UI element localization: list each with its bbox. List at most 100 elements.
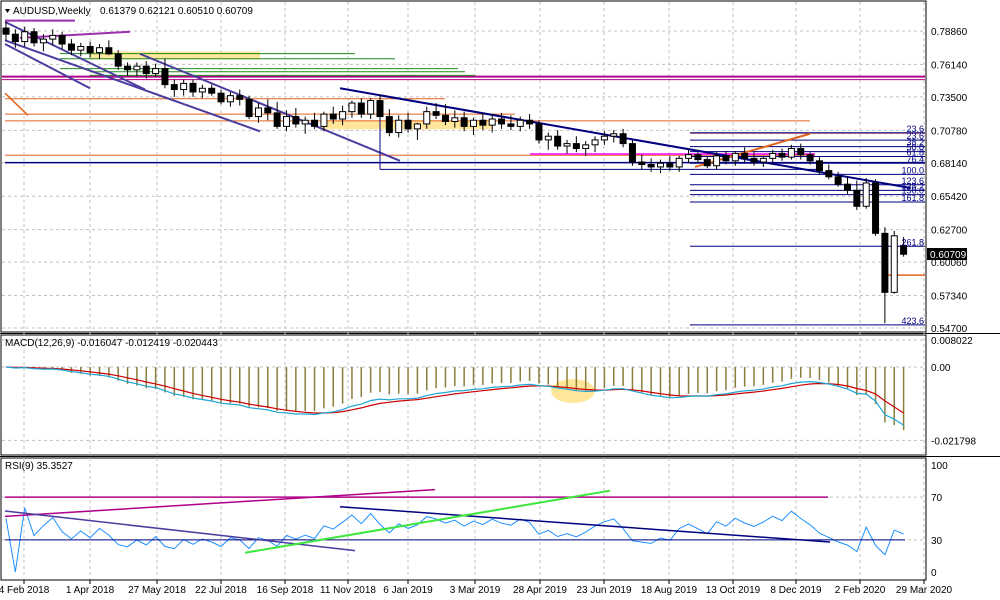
current-price-label: 0.60709	[930, 250, 967, 261]
macd-panel	[0, 334, 927, 456]
y-tick-label: 0.57340	[931, 292, 968, 303]
candle-body	[713, 155, 721, 167]
candle-body	[703, 159, 711, 167]
candle-body	[516, 119, 524, 127]
candle-body	[666, 162, 674, 168]
x-tick-label: 13 Oct 2019	[706, 585, 761, 596]
candle-body	[348, 102, 356, 113]
candle-body	[11, 33, 19, 43]
x-tick-label: 1 Apr 2018	[66, 585, 115, 596]
candle-body	[535, 123, 543, 141]
candle-body	[544, 135, 552, 141]
symbol-title: AUDUSD,Weekly	[13, 6, 91, 17]
candle-body	[769, 152, 777, 159]
candle-body	[806, 154, 814, 162]
rsi-tick-label: 0	[931, 568, 937, 579]
candle-body	[311, 119, 319, 127]
fib-label: 161.8	[901, 193, 924, 203]
y-tick-label: 0.78860	[931, 27, 968, 38]
candle-body	[423, 111, 431, 125]
y-tick-label: 0.62700	[931, 226, 968, 237]
candle-body	[862, 182, 870, 207]
candle-body	[124, 65, 132, 71]
y-tick-label: 0.73500	[931, 93, 968, 104]
candle-body	[320, 113, 328, 127]
candle-body	[591, 139, 599, 146]
x-tick-label: 3 Mar 2019	[450, 585, 501, 596]
candle-body	[385, 116, 393, 134]
candle-body	[2, 27, 10, 35]
candle-body	[283, 116, 290, 127]
candle-body	[77, 45, 85, 51]
candle-body	[105, 47, 113, 55]
candle-body	[610, 133, 618, 137]
candle-body	[245, 98, 253, 118]
candle-body	[787, 148, 795, 158]
candle-body	[582, 144, 590, 150]
candle-body	[844, 183, 851, 191]
candle-body	[563, 143, 571, 147]
candle-body	[180, 82, 188, 91]
rsi-tick-label: 70	[931, 493, 943, 504]
fib-label: 76.4	[906, 154, 924, 164]
x-tick-label: 16 Sep 2018	[257, 585, 314, 596]
candle-body	[142, 65, 150, 75]
candle-body	[395, 119, 403, 134]
candle-body	[264, 107, 272, 114]
candle-body	[21, 31, 29, 43]
x-tick-label: 2 Feb 2020	[835, 585, 886, 596]
candle-body	[217, 92, 225, 103]
candle-body	[619, 133, 627, 145]
candle-body	[797, 148, 805, 156]
candle-body	[254, 107, 262, 118]
candle-body	[750, 157, 758, 163]
candle-body	[226, 95, 234, 103]
candle-body	[152, 68, 160, 75]
candle-body	[722, 155, 730, 162]
candle-body	[731, 152, 739, 162]
candle-body	[170, 84, 178, 91]
candle-body	[413, 123, 421, 130]
candle-body	[488, 118, 496, 126]
candle-body	[273, 112, 281, 127]
y-tick-label: 0.65420	[931, 192, 968, 203]
rsi-tick-label: 30	[931, 536, 943, 547]
candle-body	[600, 135, 608, 141]
candle-body	[479, 119, 487, 126]
chart-canvas: 4 Feb 2018 1 Apr 2018 27 May 2018 22 Jul 20…	[0, 0, 1000, 596]
candle-body	[96, 47, 103, 54]
y-tick-label: 0.68140	[931, 159, 968, 170]
candle-body	[890, 235, 898, 293]
candle-body	[470, 119, 477, 127]
rsi-tick-label: 100	[931, 461, 948, 472]
candle-body	[292, 116, 300, 125]
x-tick-label: 18 Aug 2019	[641, 585, 698, 596]
candle-body	[339, 111, 347, 120]
candle-body	[208, 87, 216, 94]
rsi-title: RSI(9) 35.3527	[5, 461, 73, 472]
candle-body	[367, 100, 375, 115]
macd-tick-label: 0.00	[931, 363, 951, 374]
candle-body	[675, 157, 683, 168]
candle-body	[815, 160, 823, 172]
candle-body	[376, 100, 384, 118]
candle-body	[498, 118, 506, 125]
candle-body	[114, 53, 122, 67]
y-tick-label: 0.76140	[931, 60, 968, 71]
x-tick-label: 29 Mar 2020	[896, 585, 953, 596]
x-tick-label: 6 Jan 2019	[383, 585, 433, 596]
candle-body	[825, 170, 833, 178]
candle-body	[67, 43, 75, 51]
candle-body	[301, 119, 309, 125]
candle-body	[741, 152, 749, 159]
candle-body	[685, 154, 693, 159]
x-tick-label: 22 Jul 2018	[195, 585, 247, 596]
candle-body	[554, 135, 562, 147]
candle-body	[133, 65, 141, 71]
candle-body	[236, 95, 244, 100]
y-tick-label: 0.70780	[931, 126, 968, 137]
candle-body	[451, 117, 459, 122]
x-tick-label: 8 Dec 2019	[770, 585, 822, 596]
candle-body	[628, 143, 636, 163]
candle-body	[638, 161, 646, 166]
